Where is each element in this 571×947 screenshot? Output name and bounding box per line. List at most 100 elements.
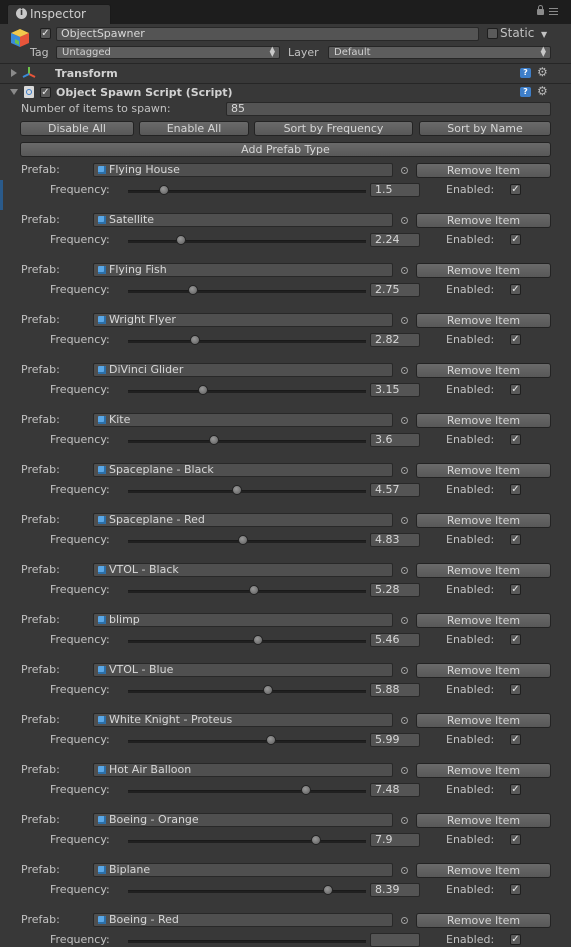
frequency-slider-thumb[interactable] bbox=[232, 485, 242, 495]
prefab-field[interactable]: blimp bbox=[93, 613, 393, 627]
object-picker-icon[interactable] bbox=[401, 517, 408, 524]
frequency-slider-track[interactable] bbox=[128, 640, 366, 643]
add-prefab-type-button[interactable]: Add Prefab Type bbox=[20, 142, 551, 157]
gear-icon[interactable]: ⚙ bbox=[537, 66, 549, 78]
sort-by-frequency-button[interactable]: Sort by Frequency bbox=[254, 121, 413, 136]
tag-dropdown[interactable]: Untagged ▲ ▼ bbox=[56, 46, 280, 59]
remove-item-button[interactable]: Remove Item bbox=[416, 913, 551, 928]
menu-icon[interactable] bbox=[549, 8, 558, 16]
gameobject-name-field[interactable]: ObjectSpawner bbox=[56, 27, 479, 41]
object-picker-icon[interactable] bbox=[401, 367, 408, 374]
remove-item-button[interactable]: Remove Item bbox=[416, 363, 551, 378]
enabled-checkbox[interactable]: ✓ bbox=[510, 834, 521, 845]
tab-inspector[interactable]: i Inspector bbox=[7, 4, 111, 24]
transform-foldout[interactable] bbox=[11, 69, 17, 77]
frequency-value-field[interactable]: 2.75 bbox=[370, 283, 420, 297]
frequency-slider-track[interactable] bbox=[128, 290, 366, 293]
remove-item-button[interactable]: Remove Item bbox=[416, 413, 551, 428]
enabled-checkbox[interactable]: ✓ bbox=[510, 534, 521, 545]
object-picker-icon[interactable] bbox=[401, 717, 408, 724]
object-picker-icon[interactable] bbox=[401, 217, 408, 224]
sort-by-name-button[interactable]: Sort by Name bbox=[419, 121, 551, 136]
static-dropdown-icon[interactable]: ▼ bbox=[541, 30, 547, 39]
frequency-value-field[interactable]: 2.24 bbox=[370, 233, 420, 247]
enabled-checkbox[interactable]: ✓ bbox=[510, 634, 521, 645]
remove-item-button[interactable]: Remove Item bbox=[416, 163, 551, 178]
frequency-value-field[interactable]: 5.28 bbox=[370, 583, 420, 597]
count-field[interactable]: 85 bbox=[226, 102, 551, 116]
enabled-checkbox[interactable]: ✓ bbox=[510, 434, 521, 445]
frequency-slider-track[interactable] bbox=[128, 440, 366, 443]
frequency-value-field[interactable]: 4.83 bbox=[370, 533, 420, 547]
frequency-slider-thumb[interactable] bbox=[209, 435, 219, 445]
prefab-field[interactable]: Wright Flyer bbox=[93, 313, 393, 327]
remove-item-button[interactable]: Remove Item bbox=[416, 813, 551, 828]
enabled-checkbox[interactable]: ✓ bbox=[510, 884, 521, 895]
enabled-checkbox[interactable]: ✓ bbox=[510, 384, 521, 395]
object-picker-icon[interactable] bbox=[401, 667, 408, 674]
frequency-slider-thumb[interactable] bbox=[301, 785, 311, 795]
frequency-slider-thumb[interactable] bbox=[238, 535, 248, 545]
disable-all-button[interactable]: Disable All bbox=[20, 121, 134, 136]
prefab-field[interactable]: Biplane bbox=[93, 863, 393, 877]
prefab-field[interactable]: DiVinci Glider bbox=[93, 363, 393, 377]
remove-item-button[interactable]: Remove Item bbox=[416, 763, 551, 778]
object-picker-icon[interactable] bbox=[401, 817, 408, 824]
frequency-value-field[interactable]: 5.99 bbox=[370, 733, 420, 747]
prefab-field[interactable]: Spaceplane - Black bbox=[93, 463, 393, 477]
frequency-slider-thumb[interactable] bbox=[176, 235, 186, 245]
script-foldout[interactable] bbox=[10, 89, 18, 95]
enable-all-button[interactable]: Enable All bbox=[139, 121, 249, 136]
object-picker-icon[interactable] bbox=[401, 267, 408, 274]
remove-item-button[interactable]: Remove Item bbox=[416, 213, 551, 228]
remove-item-button[interactable]: Remove Item bbox=[416, 463, 551, 478]
object-picker-icon[interactable] bbox=[401, 167, 408, 174]
frequency-slider-thumb[interactable] bbox=[266, 735, 276, 745]
prefab-field[interactable]: Flying Fish bbox=[93, 263, 393, 277]
enabled-checkbox[interactable]: ✓ bbox=[510, 734, 521, 745]
object-picker-icon[interactable] bbox=[401, 617, 408, 624]
prefab-field[interactable]: Hot Air Balloon bbox=[93, 763, 393, 777]
frequency-value-field[interactable]: 7.48 bbox=[370, 783, 420, 797]
prefab-field[interactable]: White Knight - Proteus bbox=[93, 713, 393, 727]
frequency-slider-thumb[interactable] bbox=[323, 885, 333, 895]
frequency-slider-track[interactable] bbox=[128, 590, 366, 593]
object-picker-icon[interactable] bbox=[401, 417, 408, 424]
script-title[interactable]: Object Spawn Script (Script) bbox=[56, 86, 233, 99]
enabled-checkbox[interactable]: ✓ bbox=[510, 234, 521, 245]
frequency-value-field[interactable]: 4.57 bbox=[370, 483, 420, 497]
enabled-checkbox[interactable]: ✓ bbox=[510, 684, 521, 695]
object-picker-icon[interactable] bbox=[401, 917, 408, 924]
frequency-value-field[interactable] bbox=[370, 933, 420, 947]
enabled-checkbox[interactable]: ✓ bbox=[510, 284, 521, 295]
object-picker-icon[interactable] bbox=[401, 867, 408, 874]
frequency-slider-track[interactable] bbox=[128, 840, 366, 843]
frequency-slider-track[interactable] bbox=[128, 240, 366, 243]
enabled-checkbox[interactable]: ✓ bbox=[510, 184, 521, 195]
frequency-slider-thumb[interactable] bbox=[249, 585, 259, 595]
frequency-value-field[interactable]: 5.46 bbox=[370, 633, 420, 647]
lock-icon[interactable] bbox=[537, 5, 544, 15]
enabled-checkbox[interactable]: ✓ bbox=[510, 484, 521, 495]
help-icon[interactable]: ? bbox=[520, 68, 531, 78]
frequency-slider-track[interactable] bbox=[128, 940, 366, 943]
frequency-value-field[interactable]: 5.88 bbox=[370, 683, 420, 697]
static-checkbox[interactable] bbox=[487, 28, 498, 39]
gear-icon[interactable]: ⚙ bbox=[537, 85, 549, 97]
frequency-slider-thumb[interactable] bbox=[159, 185, 169, 195]
frequency-slider-track[interactable] bbox=[128, 790, 366, 793]
prefab-field[interactable]: VTOL - Black bbox=[93, 563, 393, 577]
frequency-slider-thumb[interactable] bbox=[188, 285, 198, 295]
frequency-slider-track[interactable] bbox=[128, 740, 366, 743]
prefab-field[interactable]: Satellite bbox=[93, 213, 393, 227]
frequency-value-field[interactable]: 3.6 bbox=[370, 433, 420, 447]
transform-title[interactable]: Transform bbox=[55, 67, 118, 80]
remove-item-button[interactable]: Remove Item bbox=[416, 263, 551, 278]
prefab-field[interactable]: Kite bbox=[93, 413, 393, 427]
object-picker-icon[interactable] bbox=[401, 317, 408, 324]
active-checkbox[interactable]: ✓ bbox=[40, 28, 51, 39]
script-enabled-checkbox[interactable]: ✓ bbox=[40, 87, 51, 98]
frequency-slider-thumb[interactable] bbox=[253, 635, 263, 645]
object-picker-icon[interactable] bbox=[401, 467, 408, 474]
remove-item-button[interactable]: Remove Item bbox=[416, 513, 551, 528]
